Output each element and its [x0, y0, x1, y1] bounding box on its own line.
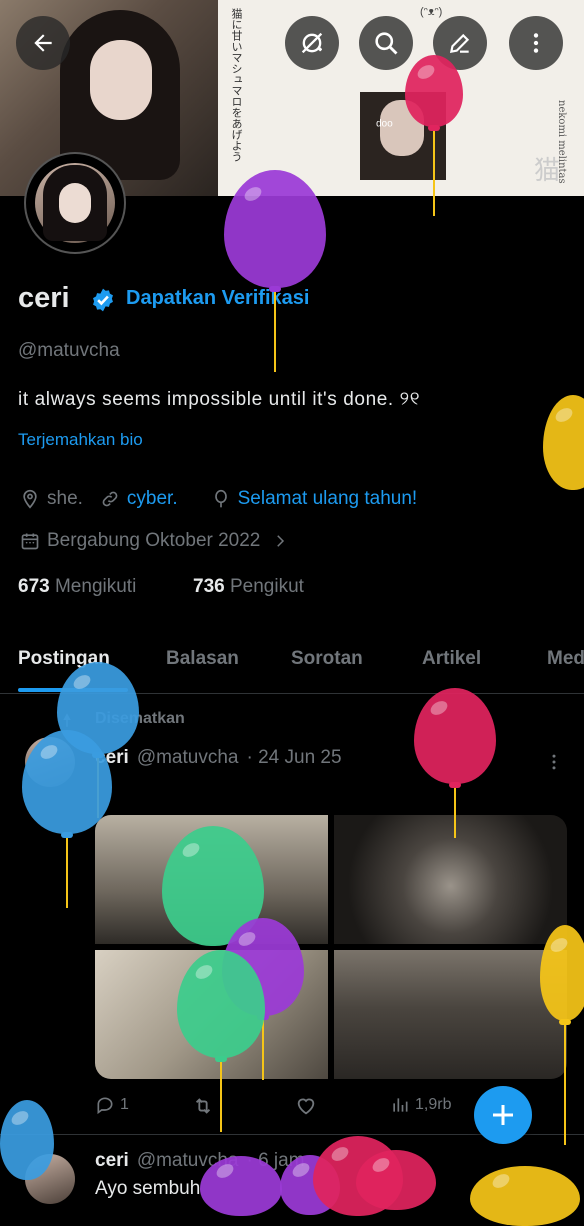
- banner-kaomoji: (ᵔᴥᵔ): [420, 6, 443, 18]
- following-link[interactable]: 673 Mengikuti: [18, 576, 136, 598]
- views-count: 1,9rb: [415, 1096, 452, 1113]
- followers-count: 736: [193, 576, 225, 597]
- post-media-grid[interactable]: [95, 815, 567, 1079]
- profile-bio: it always seems impossible until it's do…: [18, 389, 421, 410]
- views-chart-icon: [393, 1098, 408, 1112]
- post-more-icon[interactable]: [544, 752, 564, 772]
- birthday-link[interactable]: Selamat ulang tahun!: [238, 488, 418, 510]
- link-icon: [102, 491, 118, 507]
- followers-label: Pengikut: [229, 576, 304, 597]
- followers-link[interactable]: 736 Pengikut: [193, 576, 304, 598]
- reply-count: 1: [120, 1096, 129, 1113]
- heart-icon: [297, 1098, 315, 1115]
- balloon-icon: [214, 489, 227, 508]
- joined-row[interactable]: Bergabung Oktober 2022: [20, 530, 289, 552]
- banner-figure-face: [90, 40, 152, 120]
- repost-button[interactable]: [192, 1095, 214, 1117]
- search-icon: [375, 32, 398, 55]
- post-author-name[interactable]: ceri: [95, 1150, 129, 1172]
- chevron-right-icon: [277, 535, 285, 547]
- post-date[interactable]: · 24 Jun 25: [246, 747, 341, 769]
- get-verified-link[interactable]: Dapatkan Verifikasi: [126, 287, 309, 310]
- compose-post-button[interactable]: [474, 1086, 532, 1144]
- banner-neko: 猫: [534, 156, 561, 186]
- location-pin-icon: [23, 489, 37, 509]
- banner-japanese-text: 猫に甘いマシュマロをあげよう: [230, 8, 243, 162]
- notifications-off-button[interactable]: [285, 16, 339, 70]
- post-text: Ayo sembuh: [95, 1178, 201, 1199]
- following-label: Mengikuti: [54, 576, 137, 597]
- tab-media[interactable]: Media: [547, 648, 584, 670]
- profile-meta-row: she. cyber. Selamat ulang tahun!: [20, 488, 417, 510]
- calendar-icon: [21, 533, 39, 550]
- verified-badge-icon[interactable]: [90, 287, 116, 313]
- back-arrow-icon: [34, 34, 52, 52]
- repost-icon: [195, 1098, 211, 1114]
- edit-icon: [449, 33, 470, 54]
- post-image-street[interactable]: [334, 950, 567, 1079]
- more-vertical-icon: [533, 33, 539, 53]
- like-button[interactable]: [295, 1095, 317, 1117]
- reply-button[interactable]: 1: [95, 1095, 129, 1115]
- views-button[interactable]: 1,9rb: [390, 1095, 451, 1115]
- profile-avatar[interactable]: [26, 154, 124, 252]
- tab-highlights[interactable]: Sorotan: [291, 648, 363, 670]
- post-image-lily[interactable]: [334, 815, 567, 944]
- profile-handle: @matuvcha: [18, 340, 120, 361]
- joined-date: Bergabung Oktober 2022: [47, 530, 261, 551]
- profile-name: ceri: [18, 282, 70, 314]
- tab-articles[interactable]: Artikel: [422, 648, 481, 670]
- post-author-handle[interactable]: @matuvcha: [137, 747, 239, 769]
- following-count: 673: [18, 576, 50, 597]
- no-notify-icon: [301, 32, 323, 54]
- search-button[interactable]: [359, 16, 413, 70]
- translate-bio-link[interactable]: Terjemahkan bio: [18, 430, 143, 450]
- profile-website-link[interactable]: cyber.: [127, 488, 178, 510]
- back-button[interactable]: [16, 16, 70, 70]
- banner-photo-caption: oop: [376, 118, 393, 129]
- profile-location: she.: [47, 488, 83, 509]
- plus-icon: [493, 1105, 513, 1125]
- post-header: ceri @matuvcha · 24 Jun 25: [95, 747, 342, 769]
- tab-replies[interactable]: Balasan: [166, 648, 239, 670]
- reply-icon: [97, 1097, 113, 1115]
- more-button[interactable]: [509, 16, 563, 70]
